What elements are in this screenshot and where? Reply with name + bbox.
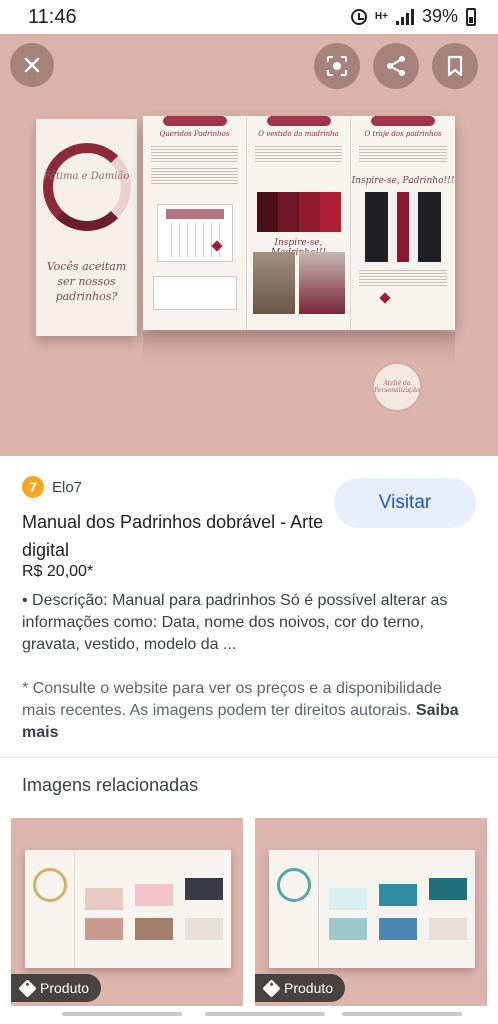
related-images-title: Imagens relacionadas (22, 775, 199, 795)
floral-decoration (163, 116, 227, 126)
share-button[interactable] (373, 43, 419, 89)
source-name: Elo7 (52, 478, 83, 496)
brochure-inner: Queridos Padrinhos O vestido da madrinha… (143, 116, 455, 330)
close-button[interactable] (10, 43, 54, 87)
brochure-thumbnail (269, 850, 475, 968)
share-icon (387, 56, 405, 76)
bridesmaids-photo (299, 252, 345, 314)
copyright-note: * Consulte o website para ver os preços … (22, 678, 472, 744)
brochure-thumbnail (25, 850, 231, 968)
product-title[interactable]: Manual dos Padrinhos dobrável - Arte dig… (22, 508, 327, 564)
alarm-icon (350, 8, 367, 25)
scroll-hint (205, 1012, 325, 1016)
elo7-logo-icon: 7 (22, 476, 44, 498)
lens-button[interactable] (314, 43, 360, 89)
panel-title: Queridos Padrinhos (159, 130, 230, 138)
brochure-panel-3: O traje dos padrinhos Inspire-se, Padrin… (351, 116, 455, 330)
scroll-hint (62, 1012, 182, 1016)
tag-icon (262, 978, 281, 998)
floral-decoration (371, 116, 435, 126)
panel-caption: Inspire-se, Padrinho!!! (351, 176, 455, 186)
note-text: * Consulte o website para ver os preços … (22, 680, 442, 719)
panel-title: O vestido da madrinha (258, 130, 339, 138)
visit-button[interactable]: Visitar (334, 478, 476, 528)
status-time: 11:46 (28, 6, 77, 28)
heart-icon (379, 292, 391, 304)
brochure-cover: Fátima e Damião Vocês aceitam ser nossos… (36, 119, 137, 336)
calendar (157, 204, 233, 262)
checklist (153, 276, 237, 310)
divider (0, 757, 498, 758)
product-badge: Produto (11, 974, 102, 1002)
suit-photo (365, 192, 441, 262)
status-bar: 11:46 H+ 39% (0, 0, 498, 34)
related-image[interactable]: Produto (11, 818, 243, 1006)
related-image[interactable]: Produto (255, 818, 487, 1006)
brochure-panel-1: Queridos Padrinhos (143, 116, 247, 330)
product-badge: Produto (255, 974, 346, 1002)
floral-wreath (43, 143, 131, 231)
product-description: • Descrição: Manual para padrinhos Só é … (22, 592, 448, 653)
lens-icon (327, 56, 347, 76)
bookmark-icon (447, 55, 463, 77)
battery-percent: 39% (421, 6, 458, 26)
floral-decoration (267, 116, 331, 126)
text-lines (359, 144, 447, 162)
close-icon (24, 57, 40, 73)
scroll-hint (342, 1012, 462, 1016)
source-site[interactable]: 7 Elo7 (22, 476, 82, 498)
tag-icon (18, 978, 37, 998)
watermark-stamp: Ateliê da Personalização (372, 362, 422, 412)
reflection (143, 332, 455, 364)
wreath-icon (33, 868, 67, 902)
text-lines (359, 268, 447, 286)
text-lines (151, 144, 238, 162)
couple-names: Fátima e Damião (43, 171, 130, 182)
save-button[interactable] (432, 43, 478, 89)
network-type-icon: H+ (374, 10, 388, 22)
church-photo (253, 252, 295, 314)
brochure-panel-2: O vestido da madrinha Inspire-se, Madrin… (247, 116, 351, 330)
battery-icon (466, 7, 476, 26)
cover-question: Vocês aceitam ser nossos padrinhos? (46, 260, 127, 303)
product-price: R$ 20,00* (22, 563, 94, 580)
product-image[interactable]: Fátima e Damião Vocês aceitam ser nossos… (0, 34, 498, 456)
panel-title: O traje dos padrinhos (364, 130, 442, 138)
brochure-mockup: Fátima e Damião Vocês aceitam ser nossos… (36, 116, 456, 364)
wreath-icon (277, 868, 311, 902)
text-lines (151, 166, 238, 184)
text-lines (255, 144, 342, 162)
signal-icon (395, 8, 414, 25)
color-swatches (257, 192, 341, 232)
status-icons: H+ 39% (350, 6, 476, 27)
